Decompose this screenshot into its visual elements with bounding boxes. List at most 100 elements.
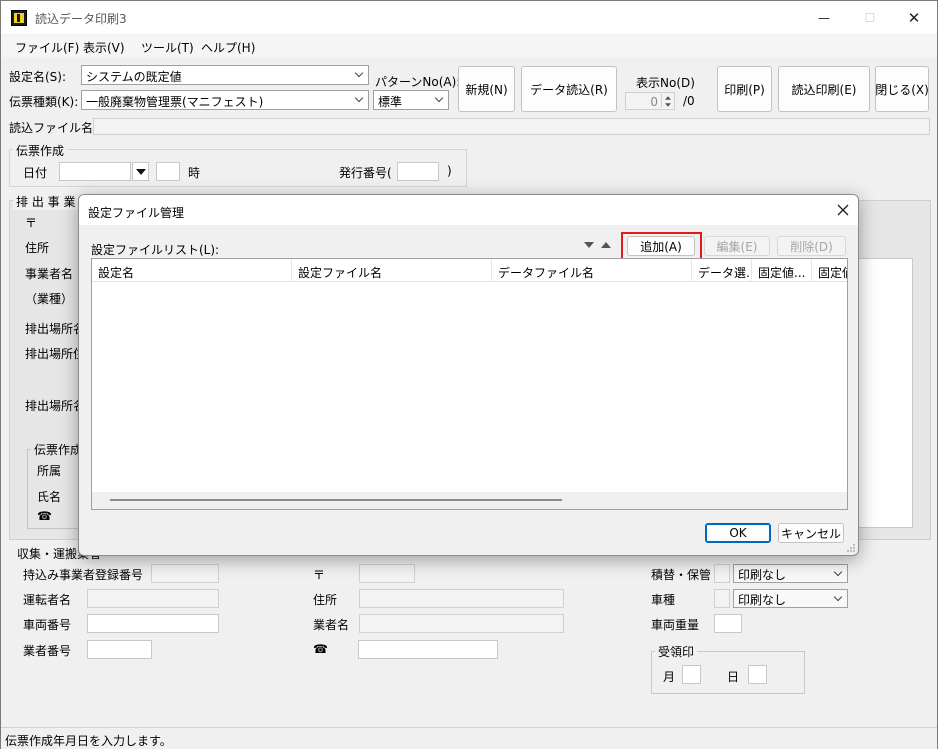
vendor-name-field[interactable] <box>359 614 564 633</box>
horizontal-scrollbar[interactable] <box>92 492 847 509</box>
receipt-caption: 受領印 <box>655 643 698 660</box>
issue-no-label: 発行番号( <box>339 166 392 180</box>
column-header[interactable]: 設定名 <box>92 259 292 282</box>
status-text: 伝票作成年月日を入力します。 <box>5 734 172 748</box>
address-label: 住所 <box>25 241 50 255</box>
business-name-label: 事業者名 <box>25 267 74 281</box>
month-label: 月 <box>663 670 676 684</box>
name-label: 氏名 <box>37 490 62 504</box>
new-button[interactable]: 新規(N) <box>458 66 515 112</box>
month-field[interactable] <box>682 665 701 684</box>
vehicle-type-label: 車種 <box>651 593 676 607</box>
ok-button[interactable]: OK <box>705 523 771 543</box>
display-no-spinner[interactable]: 0 <box>625 92 675 110</box>
transship-select[interactable]: 印刷なし <box>733 564 848 583</box>
display-no-total: /0 <box>683 94 695 108</box>
vehicle-no-label: 車両番号 <box>23 618 72 632</box>
column-header[interactable]: データファイル名 <box>492 259 692 282</box>
issue-no-close: ) <box>447 164 452 178</box>
read-file-label: 読込ファイル名 <box>9 121 94 135</box>
display-no-label: 表示No(D) <box>636 76 695 90</box>
list-label: 設定ファイルリスト(L): <box>91 243 220 257</box>
pattern-label: パターンNo(A): <box>375 75 461 89</box>
move-down-button[interactable] <box>583 239 595 251</box>
emitter-right-area <box>851 258 913 528</box>
transport-address-field[interactable] <box>359 589 564 608</box>
spinner-arrows-icon[interactable] <box>661 94 672 108</box>
display-no-value: 0 <box>650 95 658 109</box>
transship-label: 積替・保管 <box>651 568 712 582</box>
setting-name-label: 設定名(S): <box>9 70 67 84</box>
date-label: 日付 <box>23 166 48 180</box>
close-icon <box>837 204 849 216</box>
day-field[interactable] <box>748 665 767 684</box>
menu-help[interactable]: ヘルプ(H) <box>201 39 255 56</box>
hour-field[interactable] <box>156 162 180 181</box>
setting-name-value: システムの既定値 <box>86 70 182 84</box>
menu-bar: ファイル(F) 表示(V) ツール(T) ヘルプ(H) <box>1 35 937 57</box>
column-header[interactable]: 設定ファイル名 <box>292 259 492 282</box>
vendor-name-label: 業者名 <box>313 618 350 632</box>
form-type-select[interactable]: 一般廃棄物管理票(マニフェスト) <box>81 90 369 110</box>
transport-phone-field[interactable] <box>358 640 498 659</box>
driver-label: 運転者名 <box>23 593 72 607</box>
window-title: 読込データ印刷3 <box>35 12 127 26</box>
setting-name-select[interactable]: システムの既定値 <box>81 65 369 85</box>
scrollbar-thumb[interactable] <box>110 499 562 501</box>
settings-file-dialog: 設定ファイル管理 設定ファイルリスト(L): 追加(A) 編集(E) 削除(D)… <box>78 194 859 556</box>
chevron-down-icon <box>355 94 365 104</box>
minimize-icon: — <box>818 10 830 25</box>
cancel-button[interactable]: キャンセル <box>778 523 844 543</box>
arrow-down-icon <box>584 242 594 248</box>
maximize-button[interactable]: ☐ <box>847 1 893 34</box>
vehicle-weight-field[interactable] <box>714 614 742 633</box>
column-header[interactable]: 固定値 <box>812 259 847 282</box>
read-file-field[interactable] <box>93 118 930 135</box>
date-dropdown-button[interactable] <box>132 162 149 181</box>
reg-no-field[interactable] <box>151 564 219 583</box>
edit-button[interactable]: 編集(E) <box>704 236 770 256</box>
dept-label: 所属 <box>37 464 62 478</box>
menu-tools[interactable]: ツール(T) <box>141 39 194 56</box>
print-button[interactable]: 印刷(P) <box>717 66 772 112</box>
resize-grip-icon[interactable] <box>846 543 856 553</box>
transship-value: 印刷なし <box>738 568 787 582</box>
transport-postal-mark: 〒 <box>313 568 326 582</box>
vendor-no-field[interactable] <box>87 640 152 659</box>
vendor-no-label: 業者番号 <box>23 644 72 658</box>
issue-no-field[interactable] <box>397 162 439 181</box>
site-label-3: 排出場所名 <box>25 399 86 413</box>
close-button[interactable]: 閉じる(X) <box>875 66 929 112</box>
vehicle-type-field[interactable] <box>714 589 730 608</box>
read-data-button[interactable]: データ読込(R) <box>521 66 617 112</box>
vehicle-no-field[interactable] <box>87 614 219 633</box>
list-header: 設定名 設定ファイル名 データファイル名 データ選... 固定値... 固定値 <box>92 259 847 282</box>
driver-field[interactable] <box>87 589 219 608</box>
pattern-value: 標準 <box>378 95 403 109</box>
read-print-button[interactable]: 読込印刷(E) <box>778 66 870 112</box>
delete-button[interactable]: 削除(D) <box>777 236 846 256</box>
minimize-button[interactable]: — <box>801 1 847 34</box>
dialog-title-bar: 設定ファイル管理 <box>79 195 858 225</box>
vehicle-type-select[interactable]: 印刷なし <box>733 589 848 608</box>
form-type-label: 伝票種類(K): <box>9 95 79 109</box>
transport-address-label: 住所 <box>313 593 338 607</box>
settings-file-list[interactable]: 設定名 設定ファイル名 データファイル名 データ選... 固定値... 固定値 <box>91 258 848 510</box>
pattern-select[interactable]: 標準 <box>373 90 449 110</box>
title-bar: 読込データ印刷3 — ☐ ✕ <box>1 1 937 34</box>
close-window-button[interactable]: ✕ <box>891 1 937 34</box>
transport-postal-field[interactable] <box>359 564 415 583</box>
transship-field[interactable] <box>714 564 730 583</box>
column-header[interactable]: データ選... <box>692 259 752 282</box>
chevron-down-icon <box>834 568 844 578</box>
column-header[interactable]: 固定値... <box>752 259 812 282</box>
menu-file[interactable]: ファイル(F) <box>15 39 79 56</box>
menu-view[interactable]: 表示(V) <box>83 39 125 56</box>
date-field[interactable] <box>59 162 131 181</box>
caret-down-icon <box>135 168 146 175</box>
chevron-down-icon <box>435 94 445 104</box>
postal-mark: 〒 <box>25 216 38 230</box>
dialog-close-button[interactable] <box>834 201 852 219</box>
move-up-button[interactable] <box>600 239 612 251</box>
hour-label: 時 <box>188 166 201 180</box>
